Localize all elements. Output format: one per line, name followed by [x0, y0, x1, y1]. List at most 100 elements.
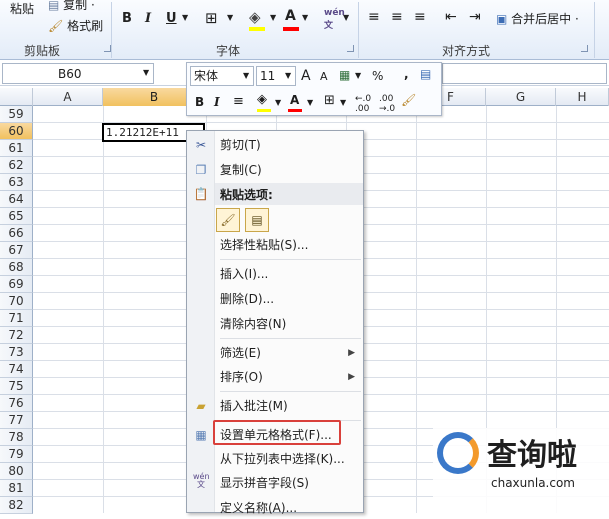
scissors-icon: ✂: [195, 138, 207, 152]
borders-dropdown-icon[interactable]: ▼: [340, 98, 346, 107]
row-header[interactable]: 59: [0, 106, 33, 123]
context-menu: ✂ 剪切(T) ❐ 复制(C) 📋 粘贴选项: 🖌 ▤ 选择性粘贴(S)... …: [186, 130, 364, 515]
phonetic-guide-icon[interactable]: wén 文: [324, 8, 345, 31]
row-header[interactable]: 80: [0, 463, 33, 480]
menu-item-label: 定义名称(A)...: [220, 501, 298, 515]
copy-button[interactable]: ▤ 复制 ·: [48, 0, 95, 13]
font-name-dropdown-icon[interactable]: ▼: [243, 71, 249, 80]
row-header[interactable]: 76: [0, 395, 33, 412]
column-header-h[interactable]: H: [556, 88, 609, 106]
comma-button[interactable]: ,: [404, 67, 409, 81]
increase-decimal-icon[interactable]: ←.0.00: [355, 94, 371, 114]
increase-indent-icon[interactable]: ⇥: [469, 9, 481, 25]
center-align-icon[interactable]: ≡: [233, 94, 244, 109]
italic-button[interactable]: I: [214, 95, 220, 109]
column-header-a[interactable]: A: [33, 88, 103, 106]
row-header[interactable]: 68: [0, 259, 33, 276]
phonetic-dropdown-icon[interactable]: ▼: [343, 13, 349, 22]
percent-button[interactable]: %: [372, 69, 383, 83]
paste-option-keep-format-button[interactable]: 🖌: [216, 208, 240, 232]
formula-input[interactable]: [442, 63, 607, 84]
borders-icon[interactable]: ⊞: [205, 9, 218, 27]
paste-button[interactable]: 粘贴: [6, 0, 40, 38]
fill-dropdown-icon[interactable]: ▼: [270, 13, 276, 22]
borders-dropdown-icon[interactable]: ▼: [227, 13, 233, 22]
align-group-label: 对齐方式: [442, 44, 491, 58]
format-painter-button[interactable]: 🖌 格式刷: [48, 17, 103, 34]
name-box[interactable]: B60: [2, 63, 154, 84]
menu-item-label: 从下拉列表中选择(K)...: [220, 452, 345, 466]
bold-button[interactable]: B: [122, 11, 132, 26]
row-header[interactable]: 79: [0, 446, 33, 463]
font-color-dropdown-icon[interactable]: ▼: [302, 13, 308, 22]
menu-separator: [220, 391, 361, 392]
merge-label: 合并后居中 ·: [511, 12, 579, 26]
font-launcher-icon[interactable]: [347, 45, 354, 52]
number-format-dropdown-icon[interactable]: ▼: [355, 71, 361, 80]
decrease-indent-icon[interactable]: ⇤: [445, 9, 457, 25]
format-table-icon[interactable]: ▤: [420, 67, 431, 81]
borders-icon[interactable]: ⊞: [324, 93, 335, 108]
clipboard-launcher-icon[interactable]: [104, 45, 111, 52]
row-header[interactable]: 71: [0, 310, 33, 327]
row-header[interactable]: 75: [0, 378, 33, 395]
fill-dropdown-icon[interactable]: ▼: [275, 98, 281, 107]
row-header-selected[interactable]: 60: [0, 123, 33, 140]
ribbon: 粘贴 ▤ 复制 · 🖌 格式刷 剪贴板 B I U ▼ ⊞ ▼ ◈ ▼ A ▼ …: [0, 0, 609, 60]
watermark-logo-icon: [437, 432, 479, 474]
align-launcher-icon[interactable]: [581, 45, 588, 52]
fill-color-icon[interactable]: ◈: [257, 92, 267, 107]
row-header[interactable]: 72: [0, 327, 33, 344]
column-header-g[interactable]: G: [486, 88, 556, 106]
grow-font-button[interactable]: A: [301, 68, 311, 84]
underline-dropdown-icon[interactable]: ▼: [182, 13, 188, 22]
menu-item-label: 复制(C): [220, 163, 262, 177]
row-header[interactable]: 66: [0, 225, 33, 242]
italic-button[interactable]: I: [145, 11, 151, 26]
paste-option-values-button[interactable]: ▤: [245, 208, 269, 232]
watermark-title: 查询啦: [487, 438, 577, 473]
font-color-icon[interactable]: A: [285, 8, 296, 24]
decrease-decimal-icon[interactable]: .00 →.0: [379, 94, 395, 114]
font-size-dropdown-icon[interactable]: ▼: [285, 71, 291, 80]
fill-color-icon[interactable]: ◈: [249, 8, 261, 26]
divider: [594, 2, 595, 58]
row-header[interactable]: 74: [0, 361, 33, 378]
menu-item-label: 插入批注(M): [220, 399, 288, 413]
number-format-icon[interactable]: ▦: [339, 68, 350, 82]
row-header[interactable]: 78: [0, 429, 33, 446]
underline-button[interactable]: U: [166, 11, 177, 26]
submenu-arrow-icon: ▶: [348, 372, 355, 382]
merge-center-button[interactable]: ▣ 合并后居中 ·: [496, 10, 579, 27]
row-header[interactable]: 77: [0, 412, 33, 429]
merge-icon: ▣: [496, 12, 508, 26]
row-header[interactable]: 81: [0, 480, 33, 497]
name-box-dropdown-icon[interactable]: ▼: [143, 68, 149, 77]
row-header[interactable]: 69: [0, 276, 33, 293]
align-right-icon[interactable]: ≡: [414, 9, 426, 25]
row-header[interactable]: 65: [0, 208, 33, 225]
divider: [358, 2, 359, 58]
row-header[interactable]: 73: [0, 344, 33, 361]
font-color-icon[interactable]: A: [290, 93, 299, 107]
align-left-icon[interactable]: ≡: [368, 9, 380, 25]
menu-item-label: 插入(I)...: [220, 267, 269, 281]
row-header[interactable]: 62: [0, 157, 33, 174]
phonetic-icon: wén 文: [193, 472, 210, 489]
bold-button[interactable]: B: [195, 95, 204, 109]
format-painter-icon[interactable]: 🖌: [401, 93, 416, 107]
row-header[interactable]: 82: [0, 497, 33, 514]
row-header[interactable]: 64: [0, 191, 33, 208]
menu-item-label: 筛选(E): [220, 346, 261, 360]
row-header[interactable]: 61: [0, 140, 33, 157]
align-center-icon[interactable]: ≡: [391, 9, 403, 25]
select-all-corner[interactable]: [0, 88, 33, 106]
paste-values-icon: ▤: [251, 213, 263, 227]
font-color-dropdown-icon[interactable]: ▼: [307, 98, 313, 107]
paste-label: 粘贴: [10, 2, 35, 16]
row-header[interactable]: 67: [0, 242, 33, 259]
row-header[interactable]: 63: [0, 174, 33, 191]
shrink-font-button[interactable]: A: [320, 70, 328, 83]
menu-item-label: 剪切(T): [220, 138, 261, 152]
row-header[interactable]: 70: [0, 293, 33, 310]
